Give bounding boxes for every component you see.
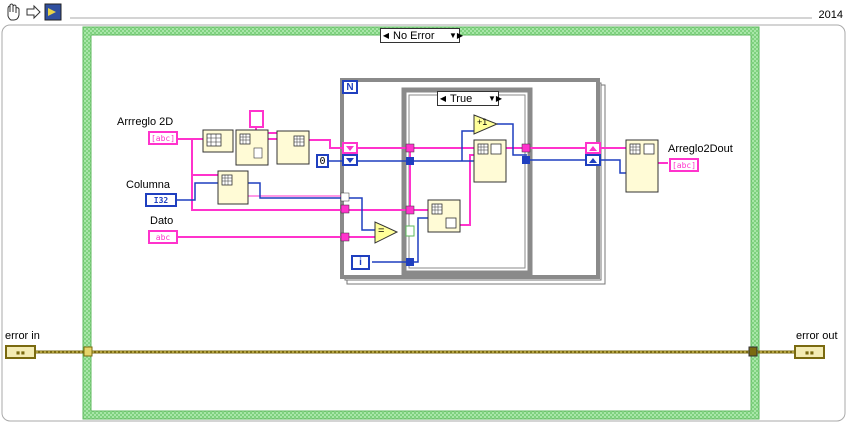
loop-iteration-terminal: i xyxy=(351,255,370,270)
tunnel-case-top xyxy=(405,143,415,153)
shift-register-right-int xyxy=(585,154,601,166)
replace-subset-node[interactable] xyxy=(427,199,461,233)
string-constant-empty[interactable] xyxy=(249,110,264,128)
outer-case-selector[interactable]: ◀ No Error ▼▶ xyxy=(380,28,463,43)
tunnel-int-in xyxy=(340,192,350,202)
tunnel-string-in xyxy=(340,204,350,214)
next-case-icon[interactable]: ▼▶ xyxy=(449,31,463,40)
tunnel-case-out-str xyxy=(521,143,531,153)
index-array-node[interactable] xyxy=(235,129,269,166)
inner-case-selector[interactable]: ◀ True ▼▶ xyxy=(437,91,502,106)
dato-label: Dato xyxy=(150,215,174,227)
inner-case-value: True xyxy=(450,92,473,105)
version-label: 2014 xyxy=(818,9,843,21)
error-tunnel-right xyxy=(748,346,758,357)
loop-count-terminal: N xyxy=(342,80,358,94)
outer-case-value: No Error xyxy=(393,29,435,42)
build-array-node[interactable] xyxy=(276,130,310,165)
tunnel-case-str xyxy=(405,205,415,215)
prev-case-icon[interactable]: ◀ xyxy=(381,31,391,40)
run-arrow-icon[interactable] xyxy=(26,4,41,20)
array-size-node[interactable] xyxy=(202,129,234,153)
vi-icon[interactable] xyxy=(44,3,62,21)
tunnel-string-in2 xyxy=(340,232,350,242)
error-out-label: error out xyxy=(796,330,838,342)
error-in-control[interactable]: ▪▪ xyxy=(5,345,36,359)
shift-register-right-string xyxy=(585,142,601,154)
tunnel-case-out-int xyxy=(522,156,530,164)
arreglo2d-type: abc xyxy=(155,133,171,143)
index-column-node[interactable] xyxy=(217,170,249,205)
dato-control[interactable]: abc xyxy=(148,230,178,244)
arreglo2dout-type: abc xyxy=(676,160,692,170)
arreglo2dout-label: Arreglo2Dout xyxy=(668,143,733,155)
prev-inner-case-icon[interactable]: ◀ xyxy=(438,94,448,103)
index-array-inner-node[interactable] xyxy=(473,139,507,183)
columna-label: Columna xyxy=(126,179,171,191)
tunnel-case-int xyxy=(406,157,414,165)
shift-register-left-int xyxy=(342,154,358,166)
inner-case-structure xyxy=(401,87,533,276)
zero-constant[interactable]: 0 xyxy=(316,154,329,168)
shift-register-left-string xyxy=(342,142,358,154)
replace-array-output-node[interactable] xyxy=(625,139,659,193)
error-in-label: error in xyxy=(5,330,40,342)
block-diagram xyxy=(1,3,846,422)
columna-control[interactable]: I32 xyxy=(145,193,177,207)
arreglo2d-label: Arrreglo 2D xyxy=(117,116,174,128)
arreglo2d-control[interactable]: [abc] xyxy=(148,131,178,145)
next-inner-case-icon[interactable]: ▼▶ xyxy=(488,94,502,103)
equal-symbol: = xyxy=(378,225,385,237)
hand-icon[interactable] xyxy=(7,3,20,21)
increment-symbol: +1 xyxy=(477,117,488,127)
arreglo2dout-indicator[interactable]: [abc] xyxy=(669,158,699,172)
error-tunnel-left xyxy=(83,346,93,357)
error-out-indicator[interactable]: ▪▪ xyxy=(794,345,825,359)
tunnel-case-iter xyxy=(406,258,414,266)
case-selector-terminal xyxy=(405,225,415,237)
